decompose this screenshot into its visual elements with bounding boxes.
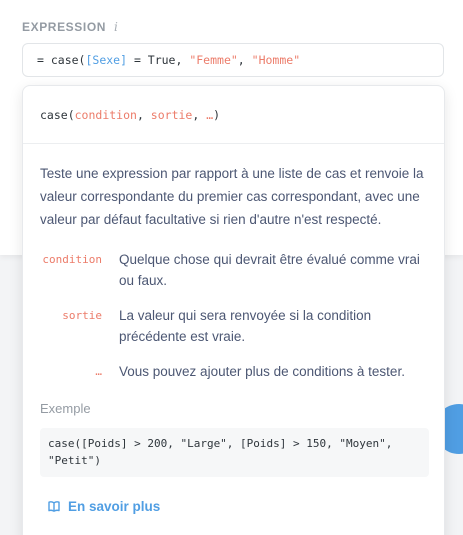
- argument-name: condition: [42, 253, 102, 266]
- divider: [23, 143, 444, 144]
- expression-token-field: [Sexe]: [85, 53, 128, 67]
- argument-name: …: [95, 365, 102, 378]
- expression-token: = True,: [127, 53, 190, 67]
- signature-close: ): [213, 108, 221, 122]
- learn-more-label: En savoir plus: [68, 499, 161, 514]
- expression-input[interactable]: = case([Sexe] = True, "Femme", "Homme": [22, 43, 444, 77]
- learn-more-link[interactable]: En savoir plus: [48, 499, 160, 514]
- info-icon[interactable]: i: [114, 21, 118, 33]
- expression-token: = case(: [37, 53, 86, 67]
- signature-arg-sortie: sortie: [150, 108, 193, 122]
- expression-token-string: "Femme": [189, 53, 238, 67]
- expression-editor: EXPRESSION i = case([Sexe] = True, "Femm…: [0, 0, 463, 535]
- signature-separator: ,: [192, 108, 207, 122]
- book-icon: [48, 501, 60, 512]
- argument-description: La valeur qui sera renvoyée si la condit…: [119, 308, 372, 344]
- signature-separator: ,: [136, 108, 151, 122]
- expression-token: ,: [237, 53, 252, 67]
- example-code: case([Poids] > 200, "Large", [Poids] > 1…: [40, 428, 429, 477]
- function-description: Teste une expression par rapport à une l…: [40, 166, 424, 227]
- argument-description: Vous pouvez ajouter plus de conditions à…: [119, 364, 405, 379]
- expression-token-string: "Homme": [251, 53, 301, 67]
- signature-function-name: case(: [40, 108, 75, 122]
- argument-name: sortie: [62, 309, 102, 322]
- example-label: Exemple: [40, 401, 91, 416]
- argument-description: Quelque chose qui devrait être évalué co…: [119, 252, 420, 288]
- function-signature: case(condition, sortie, …): [40, 108, 220, 122]
- signature-arg-condition: condition: [74, 108, 137, 122]
- expression-label: EXPRESSION: [22, 20, 107, 34]
- expression-header: EXPRESSION i: [22, 20, 118, 34]
- function-help-popover: case(condition, sortie, …) Teste une exp…: [22, 85, 445, 535]
